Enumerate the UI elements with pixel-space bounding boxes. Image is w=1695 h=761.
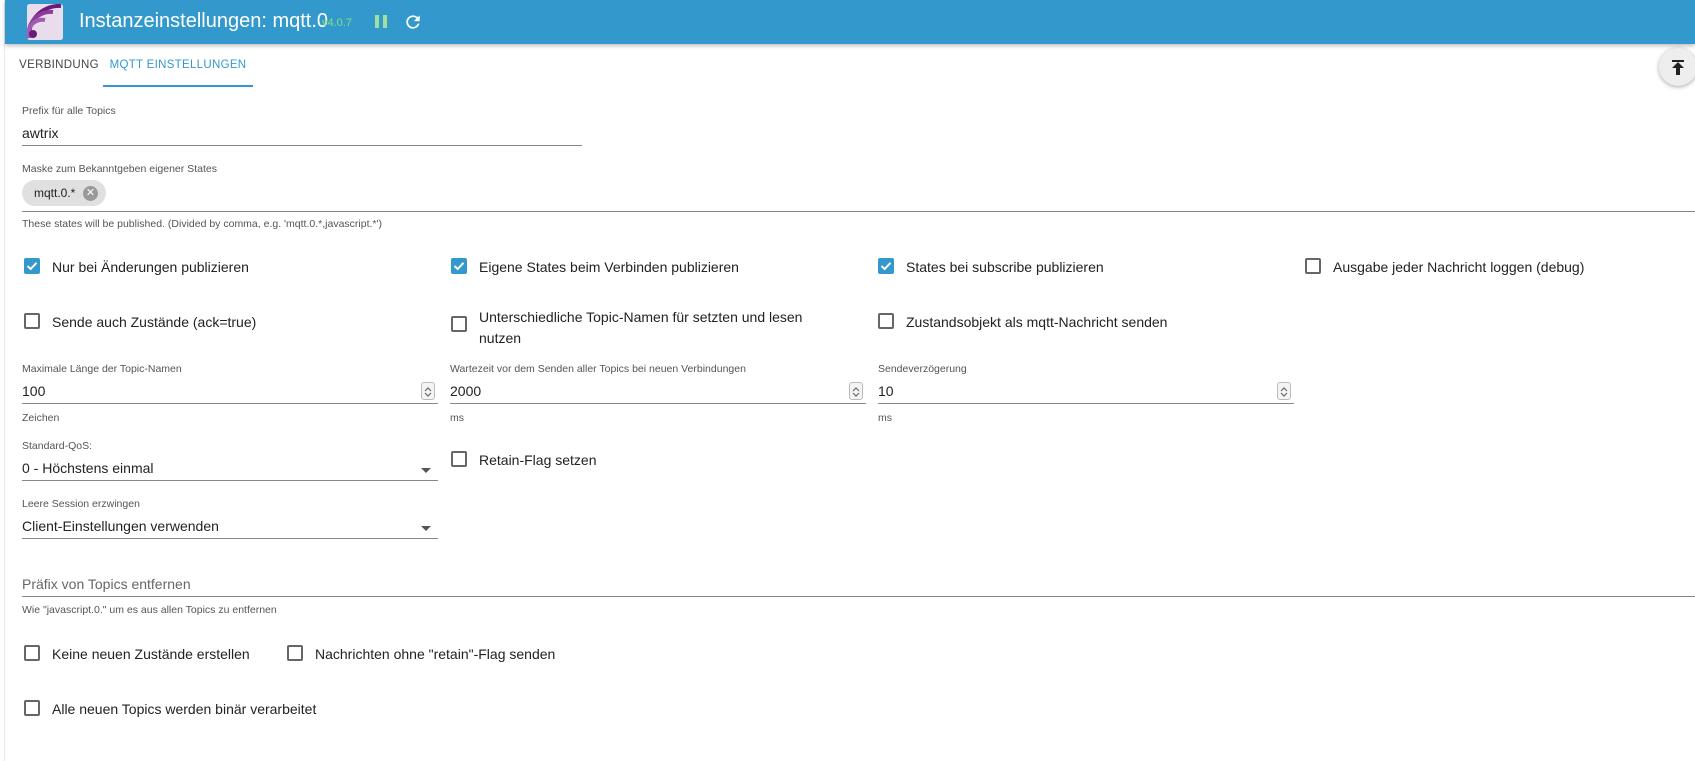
mask-label: Maske zum Bekanntgeben eigener States bbox=[22, 163, 217, 175]
number-stepper-icon[interactable] bbox=[1277, 382, 1291, 400]
dropdown-arrow-icon[interactable] bbox=[421, 468, 431, 473]
checkbox-unchecked-icon bbox=[24, 700, 40, 716]
dropdown-arrow-icon[interactable] bbox=[421, 526, 431, 531]
number-stepper-icon[interactable] bbox=[849, 382, 863, 400]
mqtt-logo-icon bbox=[27, 4, 63, 40]
checkbox-unchecked-icon bbox=[24, 645, 40, 661]
clean-session-label: Leere Session erzwingen bbox=[22, 498, 140, 510]
remove-prefix-input[interactable]: Präfix von Topics entfernen bbox=[22, 573, 1695, 597]
checkbox-label: Sende auch Zustände (ack=true) bbox=[52, 314, 257, 330]
wait-time-input[interactable]: 2000 bbox=[450, 380, 866, 404]
checkbox-label: Unterschiedliche Topic-Namen für setzten… bbox=[479, 309, 803, 346]
page-title: Instanzeinstellungen: mqtt.0 bbox=[79, 10, 329, 32]
checkbox-checked-icon bbox=[451, 258, 467, 274]
checkbox-label: Nachrichten ohne "retain"-Flag senden bbox=[315, 646, 556, 662]
checkbox-label: Ausgabe jeder Nachricht loggen (debug) bbox=[1333, 259, 1585, 275]
mask-chip-label: mqtt.0.* bbox=[34, 186, 76, 200]
send-delay-input[interactable]: 10 bbox=[878, 380, 1294, 404]
chip-remove-icon[interactable]: ✕ bbox=[83, 186, 98, 201]
remove-prefix-helper: Wie "javascript.0." um es aus allen Topi… bbox=[22, 604, 277, 616]
prefix-label: Prefix für alle Topics bbox=[22, 105, 116, 117]
clean-session-select[interactable]: Client-Einstellungen verwenden bbox=[22, 515, 438, 539]
mask-helper: These states will be published. (Divided… bbox=[22, 218, 382, 230]
checkbox-unchecked-icon bbox=[451, 451, 467, 467]
checkbox-label: Nur bei Änderungen publizieren bbox=[52, 259, 249, 275]
checkbox-unchecked-icon bbox=[878, 313, 894, 329]
tab-bar: VERBINDUNG MQTT EINSTELLUNGEN bbox=[5, 44, 1695, 87]
scroll-to-top-icon bbox=[1672, 60, 1684, 75]
wait-time-unit: ms bbox=[450, 412, 464, 424]
mask-chip: mqtt.0.* ✕ bbox=[22, 180, 106, 206]
qos-label: Standard-QoS: bbox=[22, 440, 93, 452]
checkbox-label: Keine neuen Zustände erstellen bbox=[52, 646, 250, 662]
max-topic-length-unit: Zeichen bbox=[22, 412, 60, 424]
checkbox-unchecked-icon bbox=[287, 645, 303, 661]
qos-select[interactable]: 0 - Höchstens einmal bbox=[22, 457, 438, 481]
checkbox-unchecked-icon bbox=[451, 316, 467, 332]
checkbox-label: Retain-Flag setzen bbox=[479, 452, 597, 468]
checkbox-label: States bei subscribe publizieren bbox=[906, 259, 1104, 275]
checkbox-label: Eigene States beim Verbinden publizieren bbox=[479, 259, 739, 275]
prefix-input[interactable]: awtrix bbox=[22, 122, 582, 146]
tab-mqtt-settings[interactable]: MQTT EINSTELLUNGEN bbox=[103, 44, 253, 87]
checkbox-unchecked-icon bbox=[24, 313, 40, 329]
checkbox-unchecked-icon bbox=[1305, 258, 1321, 274]
wait-time-label: Wartezeit vor dem Senden aller Topics be… bbox=[450, 363, 746, 375]
tab-verbindung[interactable]: VERBINDUNG bbox=[19, 44, 99, 87]
number-stepper-icon[interactable] bbox=[421, 382, 435, 400]
checkbox-label: Alle neuen Topics werden binär verarbeit… bbox=[52, 701, 317, 717]
scroll-to-top-button[interactable] bbox=[1659, 48, 1695, 86]
max-topic-length-input[interactable]: 100 bbox=[22, 380, 438, 404]
instance-settings-page: Instanzeinstellungen: mqtt.0 v4.0.7 VERB… bbox=[4, 0, 1695, 761]
checkbox-checked-icon bbox=[24, 258, 40, 274]
mask-input[interactable] bbox=[22, 180, 1695, 212]
reload-icon[interactable] bbox=[403, 12, 423, 32]
app-header: Instanzeinstellungen: mqtt.0 v4.0.7 bbox=[5, 0, 1695, 44]
version-label: v4.0.7 bbox=[322, 17, 352, 29]
max-topic-length-label: Maximale Länge der Topic-Namen bbox=[22, 363, 182, 375]
pause-icon[interactable] bbox=[375, 14, 389, 30]
send-delay-label: Sendeverzögerung bbox=[878, 363, 967, 375]
checkbox-label: Zustandsobjekt als mqtt-Nachricht senden bbox=[906, 314, 1168, 330]
checkbox-checked-icon bbox=[878, 258, 894, 274]
send-delay-unit: ms bbox=[878, 412, 892, 424]
